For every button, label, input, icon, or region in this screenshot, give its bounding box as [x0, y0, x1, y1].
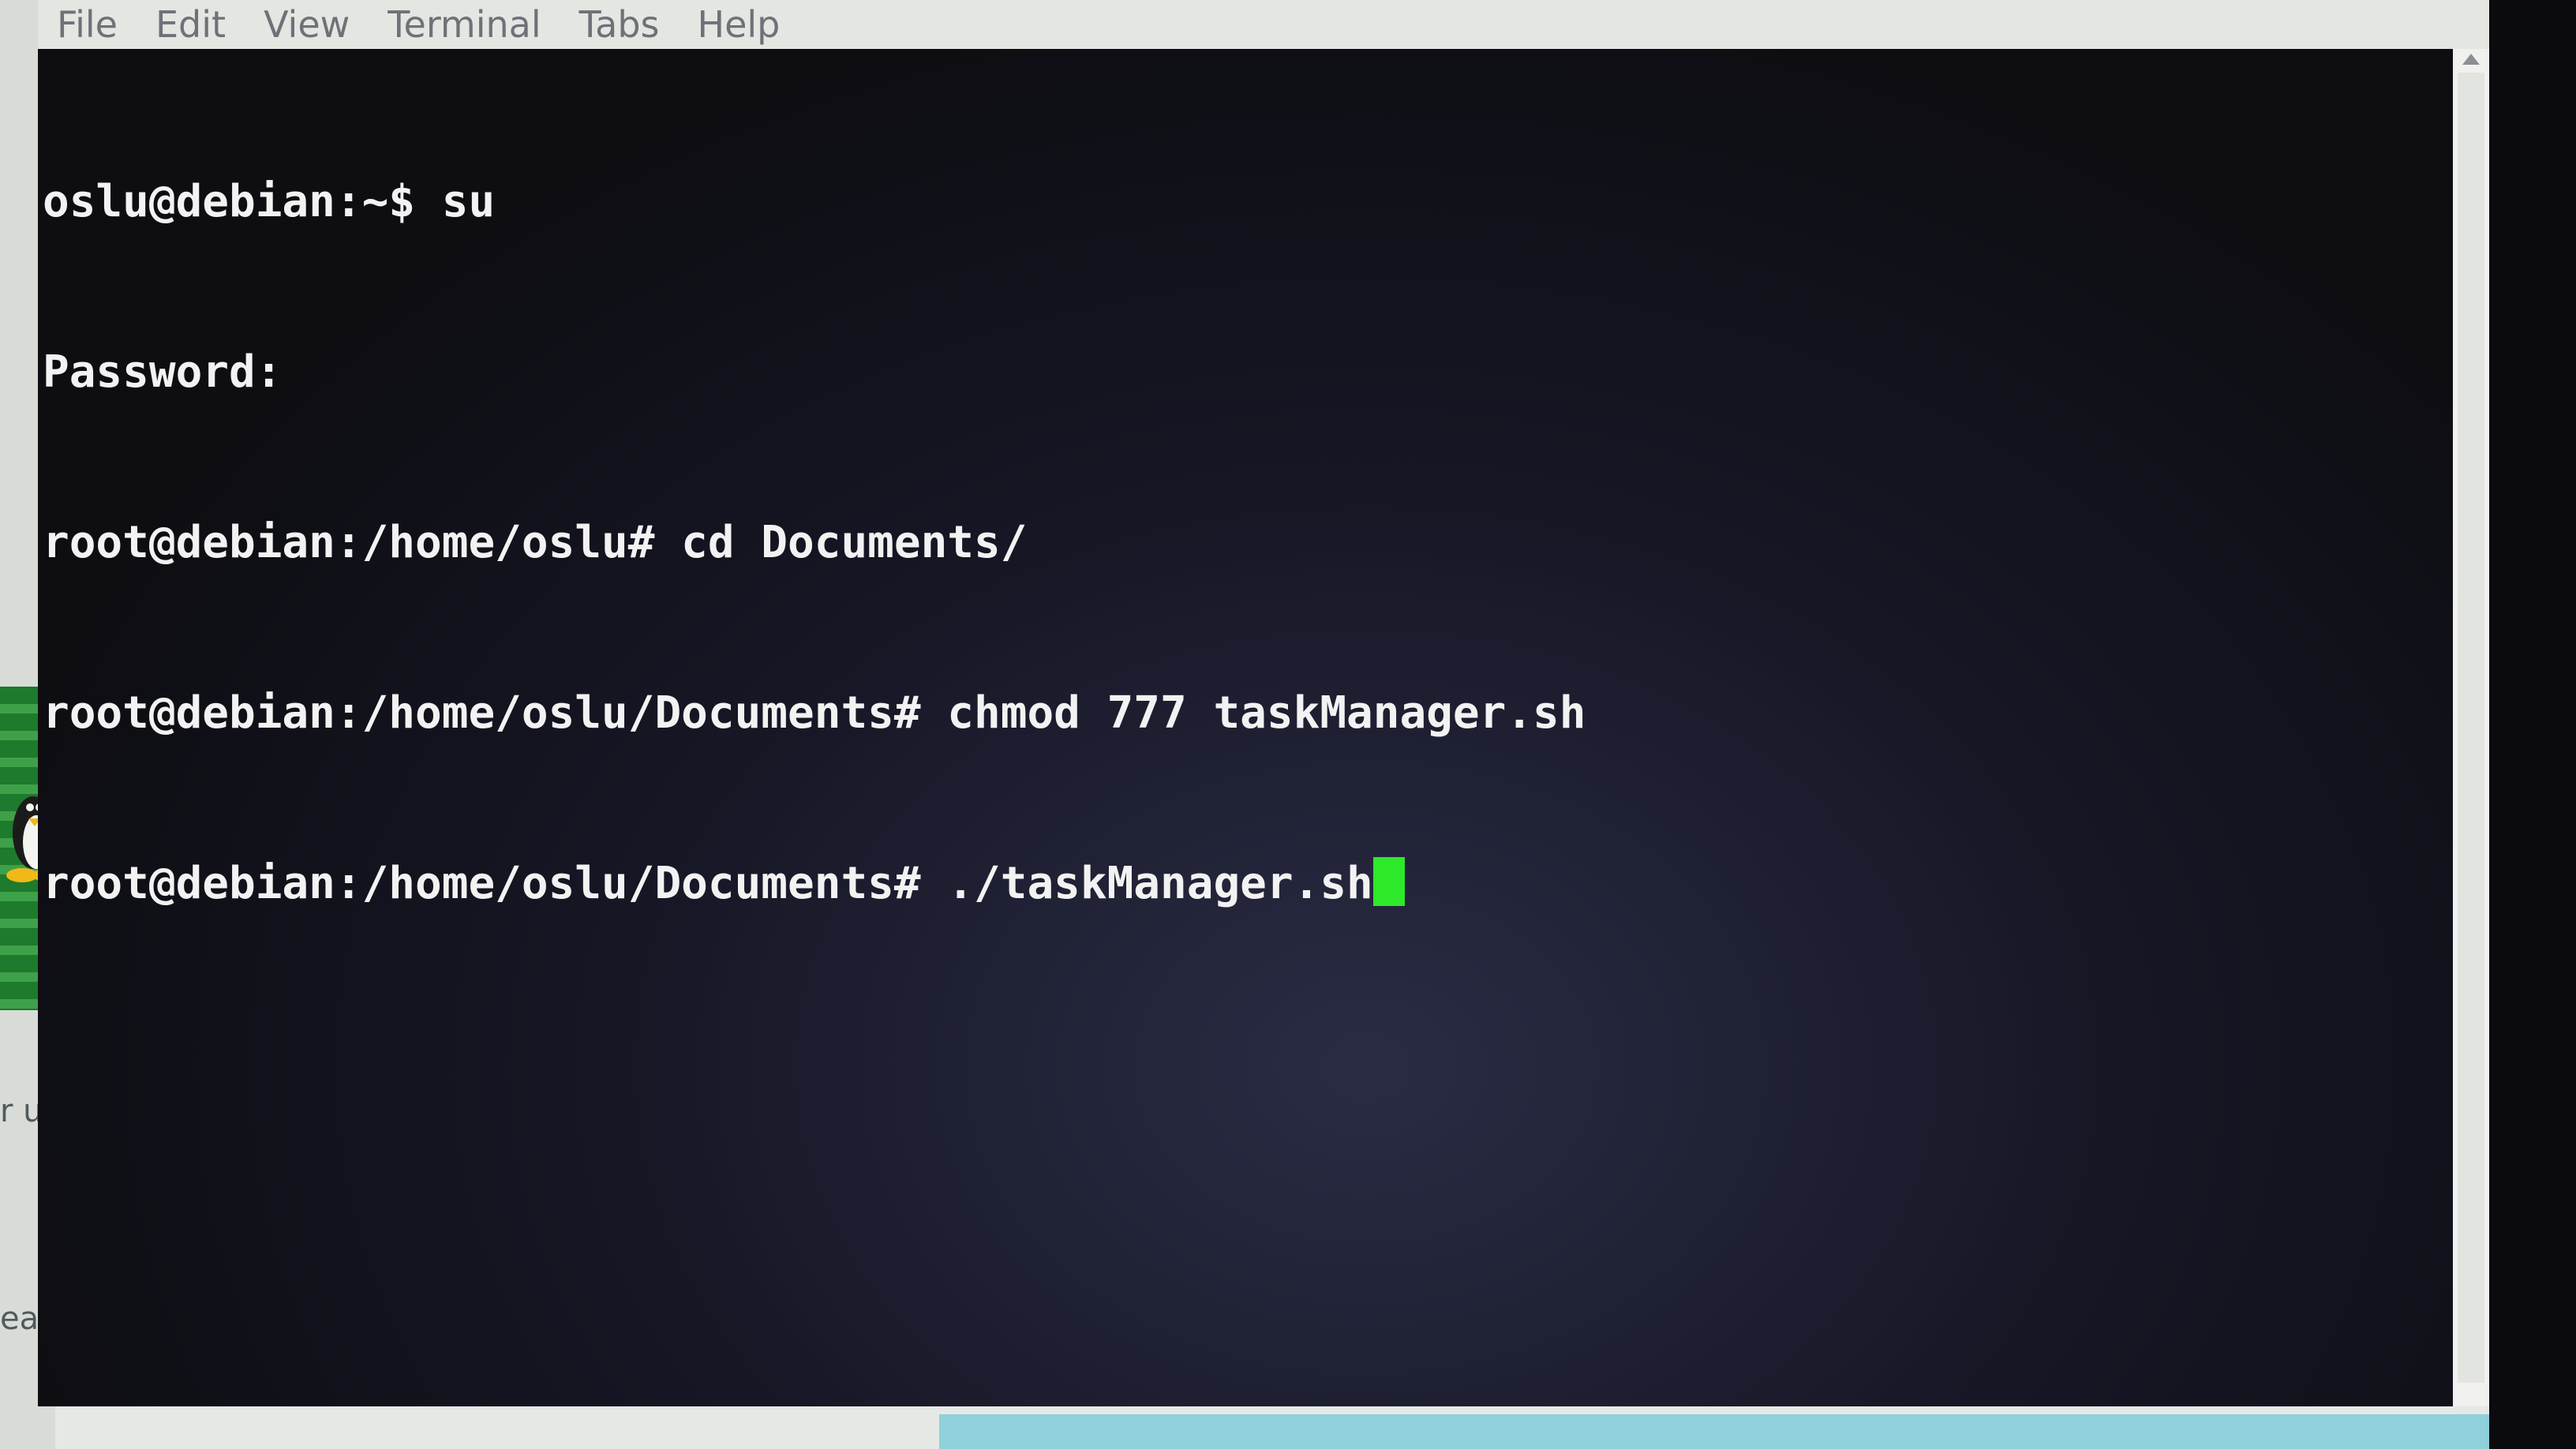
menu-edit[interactable]: Edit	[155, 3, 226, 46]
terminal-line: root@debian:/home/oslu# cd Documents/	[43, 517, 1028, 568]
terminal-output[interactable]: oslu@debian:~$ su Password: root@debian:…	[38, 49, 2453, 1406]
menubar: File Edit View Terminal Tabs Help	[38, 0, 2489, 49]
taskbar-window-button[interactable]	[939, 1414, 2489, 1449]
terminal-line: oslu@debian:~$ su	[43, 176, 496, 227]
menu-help[interactable]: Help	[698, 3, 781, 46]
menu-tabs[interactable]: Tabs	[579, 3, 660, 46]
text-cursor	[1372, 857, 1405, 906]
screen: r u ea File Edit View Terminal Tabs Help…	[0, 0, 2576, 1449]
desktop-text-fragment: ea	[0, 1301, 39, 1337]
terminal-line: Password:	[43, 346, 283, 398]
menu-terminal[interactable]: Terminal	[388, 3, 541, 46]
menu-file[interactable]: File	[57, 3, 118, 46]
terminal-line-current: root@debian:/home/oslu/Documents# ./task…	[43, 856, 2453, 912]
scroll-up-arrow-icon[interactable]	[2462, 54, 2480, 65]
scroll-thumb[interactable]	[2458, 73, 2484, 1383]
terminal-current-command: root@debian:/home/oslu/Documents# ./task…	[43, 858, 1373, 909]
scrollbar[interactable]	[2453, 49, 2489, 1406]
menu-view[interactable]: View	[264, 3, 350, 46]
desktop-text-fragment: r u	[0, 1093, 43, 1129]
terminal-line: root@debian:/home/oslu/Documents# chmod …	[43, 687, 1586, 739]
terminal-window[interactable]: File Edit View Terminal Tabs Help oslu@d…	[38, 0, 2489, 1406]
monitor-bezel	[2489, 0, 2576, 1449]
